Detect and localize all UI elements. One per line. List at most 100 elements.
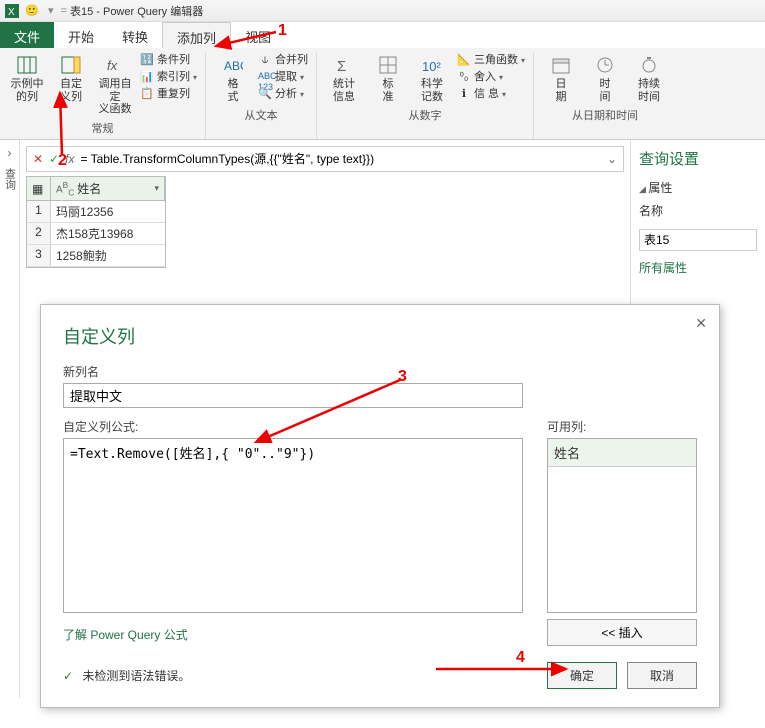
invoke-custom-function-button[interactable]: fx 调用自定义函数 [96, 54, 134, 116]
tab-file[interactable]: 文件 [0, 22, 54, 48]
column-header-name[interactable]: ABC 姓名 ▾ [51, 177, 165, 200]
svg-text:fx: fx [107, 58, 118, 73]
formula-dropdown-icon[interactable]: ⌄ [607, 152, 617, 166]
cond-icon: 🔢 [140, 54, 154, 68]
duration-button[interactable]: 持续时间 [630, 54, 668, 103]
close-icon[interactable]: ✕ [695, 315, 707, 332]
ten-icon: 10² [420, 54, 444, 76]
extract-button[interactable]: ABC123提取▾ [258, 71, 308, 85]
extract-icon: ABC123 [258, 71, 272, 85]
stopwatch-icon [637, 54, 661, 76]
tab-home[interactable]: 开始 [54, 22, 108, 48]
duplicate-column-button[interactable]: 📋重复列 [140, 88, 197, 102]
conditional-column-button[interactable]: 🔢条件列 [140, 54, 197, 68]
svg-text:Σ: Σ [337, 58, 346, 74]
dup-icon: 📋 [140, 88, 154, 102]
calc-icon [376, 54, 400, 76]
round-icon: ⁰₀ [457, 71, 471, 85]
ribbon: 示例中的列 自定义列 fx 调用自定义函数 🔢条件列 📊索引列▾ 📋重复列 常规… [0, 48, 765, 140]
row-selector-header[interactable]: ▦ [27, 177, 51, 200]
index-column-button[interactable]: 📊索引列▾ [140, 71, 197, 85]
tab-view[interactable]: 视图 [231, 22, 285, 48]
text-type-icon: ABC [56, 180, 74, 197]
window-title: 表15 - Power Query 编辑器 [70, 3, 203, 19]
custom-formula-textarea[interactable]: =Text.Remove([姓名],{ "0".."9"}) [63, 438, 523, 613]
trig-button[interactable]: 📐三角函数▾ [457, 54, 525, 68]
fx-label: fx [65, 152, 74, 166]
clock-icon [593, 54, 617, 76]
name-label: 名称 [639, 202, 757, 219]
info-button[interactable]: ℹ信息▾ [457, 88, 525, 102]
all-properties-link[interactable]: 所有属性 [639, 259, 757, 276]
ribbon-group-text: ABC 格式 ⫝合并列 ABC123提取▾ 🔍分析▾ 从文本 [206, 52, 317, 139]
tab-add-column[interactable]: 添加列 [162, 22, 231, 48]
trig-icon: 📐 [457, 54, 471, 68]
index-icon: 📊 [140, 71, 154, 85]
tab-transform[interactable]: 转换 [108, 22, 162, 48]
group-label-general: 常规 [8, 118, 197, 138]
time-button[interactable]: 时间 [586, 54, 624, 103]
svg-text:X: X [8, 7, 15, 18]
column-from-examples-button[interactable]: 示例中的列 [8, 54, 46, 116]
group-label-text: 从文本 [214, 105, 308, 125]
syntax-status: ✓ 未检测到语法错误。 [63, 667, 190, 684]
commit-formula-icon[interactable]: ✓ [49, 152, 59, 166]
scientific-button[interactable]: 10² 科学记数 [413, 54, 451, 103]
ribbon-group-general: 示例中的列 自定义列 fx 调用自定义函数 🔢条件列 📊索引列▾ 📋重复列 常规 [0, 52, 206, 139]
svg-text:ABC: ABC [224, 59, 243, 73]
column-filter-icon[interactable]: ▾ [154, 183, 159, 194]
ribbon-group-number: Σ 统计信息 标准 10² 科学记数 📐三角函数▾ ⁰₀舍入▾ ℹ信息▾ 从数字 [317, 52, 534, 139]
queries-label: 查询 [2, 168, 18, 190]
available-column-item[interactable]: 姓名 [548, 439, 696, 467]
fx-icon: fx [103, 54, 127, 76]
date-button[interactable]: 日期 [542, 54, 580, 103]
table-row[interactable]: 2 杰158克13968 [27, 223, 165, 245]
dialog-title: 自定义列 [63, 323, 697, 349]
check-icon: ✓ [63, 669, 73, 683]
properties-section-header[interactable]: 属性 [639, 179, 757, 196]
ribbon-group-datetime: 日期 时间 持续时间 从日期和时间 [534, 52, 676, 139]
title-bar: X 🙂 ▾ = 表15 - Power Query 编辑器 [0, 0, 765, 22]
queries-pane-collapsed[interactable]: › 查询 [0, 140, 20, 698]
cancel-button[interactable]: 取消 [627, 662, 697, 689]
excel-icon: X [4, 3, 20, 19]
available-columns-list[interactable]: 姓名 [547, 438, 697, 613]
learn-pq-formula-link[interactable]: 了解 Power Query 公式 [63, 626, 188, 643]
rounding-button[interactable]: ⁰₀舍入▾ [457, 71, 525, 85]
custom-column-dialog: ✕ 自定义列 新列名 自定义列公式: =Text.Remove([姓名],{ "… [40, 304, 720, 708]
query-name-input[interactable] [639, 229, 757, 251]
table-row[interactable]: 1 玛丽12356 [27, 201, 165, 223]
query-settings-title: 查询设置 [639, 148, 757, 169]
format-icon: ABC [221, 54, 245, 76]
smiley-icon[interactable]: 🙂 [24, 3, 40, 19]
standard-button[interactable]: 标准 [369, 54, 407, 103]
calendar-icon [549, 54, 573, 76]
parse-button[interactable]: 🔍分析▾ [258, 88, 308, 102]
table-star-icon [15, 54, 39, 76]
new-column-name-label: 新列名 [63, 363, 697, 380]
insert-column-button[interactable]: << 插入 [547, 619, 697, 646]
ok-button[interactable]: 确定 [547, 662, 617, 689]
available-columns-label: 可用列: [547, 418, 697, 435]
format-button[interactable]: ABC 格式 [214, 54, 252, 103]
sigma-icon: Σ [332, 54, 356, 76]
svg-text:10²: 10² [422, 59, 441, 74]
data-preview-table: ▦ ABC 姓名 ▾ 1 玛丽12356 2 杰158克13968 3 1258… [26, 176, 166, 268]
custom-column-button[interactable]: 自定义列 [52, 54, 90, 116]
group-label-datetime: 从日期和时间 [542, 105, 668, 125]
expand-queries-icon[interactable]: › [8, 146, 12, 160]
merge-icon: ⫝ [258, 54, 272, 68]
ribbon-tabs: 文件 开始 转换 添加列 视图 [0, 22, 765, 48]
table-row[interactable]: 3 1258鲍勃 [27, 245, 165, 267]
group-label-number: 从数字 [325, 105, 525, 125]
statistics-button[interactable]: Σ 统计信息 [325, 54, 363, 103]
formula-bar: ✕ ✓ fx ⌄ [26, 146, 624, 172]
custom-formula-label: 自定义列公式: [63, 418, 527, 435]
custom-column-icon [59, 54, 83, 76]
info-icon: ℹ [457, 88, 471, 102]
merge-columns-button[interactable]: ⫝合并列 [258, 54, 308, 68]
parse-icon: 🔍 [258, 88, 272, 102]
formula-input[interactable] [80, 152, 600, 166]
new-column-name-input[interactable] [63, 383, 523, 408]
cancel-formula-icon[interactable]: ✕ [33, 152, 43, 166]
